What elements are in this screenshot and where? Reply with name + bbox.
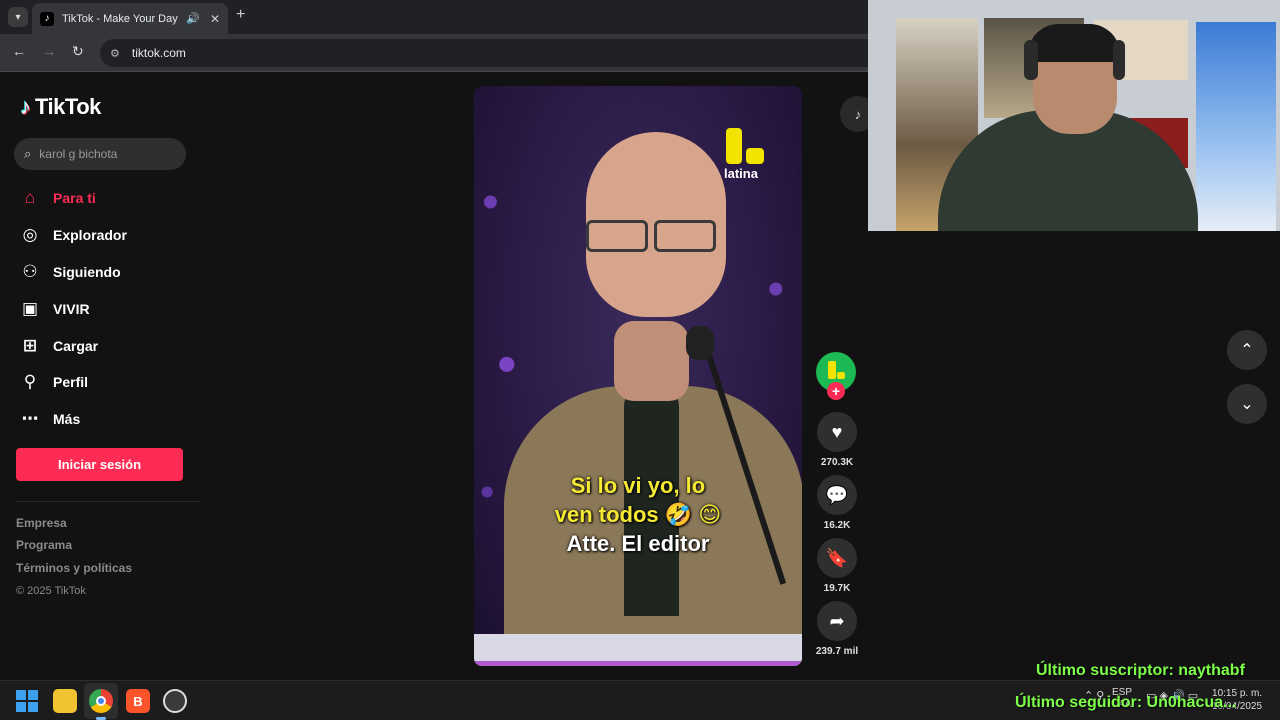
video-action-bar: + ♥ 270.3K 💬 16.2K 🔖 19.7K ➦ 239.7 mil [816,352,858,657]
video-progress-bar[interactable] [474,661,802,666]
sidebar-item-label: Siguiendo [53,263,121,280]
like-button[interactable]: ♥ [817,412,857,452]
url-text: tiktok.com [131,46,186,60]
heart-icon: ♥ [831,421,843,442]
profile-icon: ⚲ [23,372,37,392]
share-button[interactable]: ➦ [817,601,857,641]
last-subscriber-text: Último suscriptor: naythabf [1036,662,1245,679]
login-button[interactable]: Iniciar sesión [16,448,183,481]
logo-text: TikTok [35,94,101,119]
glasses-right [654,220,716,252]
following-icon: ⚇ [22,261,38,281]
follow-plus-icon[interactable]: + [827,382,845,400]
brave-icon[interactable]: B [126,689,150,713]
live-tv-icon: ▣ [21,298,39,318]
copyright-text: © 2025 TikTok [16,584,86,597]
footer-link-terminos[interactable]: Términos y políticas [16,561,132,583]
video-person-neck [614,321,689,401]
like-count: 270.3K [820,457,854,468]
latina-logo-text: latina [724,166,758,181]
close-icon[interactable]: ✕ [210,12,220,26]
tiktok-logo[interactable]: ♪ TikTok [20,94,101,120]
creator-avatar[interactable]: + [816,352,856,400]
sidebar-item-label: Más [53,411,81,428]
sidebar-item-label: VIVIR [53,300,90,317]
sidebar-footer: Empresa Programa Términos y políticas © … [16,516,132,597]
poster-player [1196,22,1276,231]
save-button[interactable]: 🔖 [817,538,857,578]
video-captions: Si lo vi yo, lo ven todos 🤣 😊 Atte. El e… [474,471,802,558]
sidebar-item-perfil[interactable]: ⚲ Perfil [18,364,198,401]
forward-arrow-icon[interactable]: → [42,43,56,59]
address-bar[interactable]: ⚙ tiktok.com [100,39,900,67]
microphone-icon [686,326,714,360]
share-count: 239.7 mil [815,646,859,657]
sidebar-item-vivir[interactable]: ▣ VIVIR [18,290,198,327]
tab-title: TikTok - Make Your Day [62,12,178,25]
share-action: ➦ 239.7 mil [816,601,858,657]
sidebar-item-label: Cargar [53,337,99,354]
sidebar-item-label: Para ti [53,190,96,207]
tab-search-button[interactable]: ▾ [8,7,28,27]
chevron-down-icon: ⌄ [1240,396,1254,413]
windows-start-icon[interactable] [15,689,39,713]
comment-count: 16.2K [823,520,851,531]
sidebar-item-mas[interactable]: ⋯ Más [18,401,198,438]
search-input[interactable] [39,147,170,161]
comment-button[interactable]: 💬 [817,475,857,515]
caption-line-2: ven todos 🤣 😊 [554,502,722,527]
reload-icon[interactable]: ↻ [72,43,84,60]
last-follower-text: Último seguidor: Un0hacua... [1015,694,1237,711]
share-arrow-icon: ➦ [829,610,845,631]
webcam-overlay [868,0,1280,231]
speaker-icon[interactable]: 🔊 [186,12,200,25]
search-bar[interactable]: ⌕ [14,138,186,170]
sidebar-divider [16,501,200,502]
chevron-up-icon: ⌃ [1240,342,1254,359]
more-dots-icon: ⋯ [21,409,39,429]
footer-link-programa[interactable]: Programa [16,538,132,560]
upload-plus-icon: ⊞ [22,335,38,355]
tiktok-favicon-icon: ♪ [40,11,54,26]
new-tab-button[interactable]: + [236,6,245,24]
bookmark-icon: 🔖 [825,547,849,568]
site-settings-icon[interactable]: ⚙ [110,47,120,60]
browser-tab-tiktok[interactable]: ♪ TikTok - Make Your Day 🔊 ✕ [32,3,228,34]
latina-channel-logo: latina [724,128,766,181]
sidebar-item-explorador[interactable]: ◎ Explorador [18,217,198,254]
caption-line-1: Si lo vi yo, lo [570,473,706,498]
headset-icon [1024,40,1038,80]
home-icon: ⌂ [24,188,36,208]
chevron-down-icon: ▾ [15,11,21,23]
tiktok-note-icon: ♪ [20,94,31,119]
footer-link-empresa[interactable]: Empresa [16,516,132,538]
sidebar-item-cargar[interactable]: ⊞ Cargar [18,327,198,364]
obs-icon[interactable] [163,689,187,713]
sidebar-item-label: Explorador [53,227,127,244]
chrome-icon[interactable] [89,689,113,713]
save-action: 🔖 19.7K [816,538,858,594]
sidebar-item-siguiendo[interactable]: ⚇ Siguiendo [18,254,198,291]
tiktok-note-icon: ♪ [854,106,862,122]
comment-bubble-icon: 💬 [825,484,849,505]
compass-icon: ◎ [22,225,38,245]
streamer-hair [1028,24,1120,62]
caption-line-3: Atte. El editor [566,531,710,556]
video-player[interactable]: latina Si lo vi yo, lo ven todos 🤣 😊 Att… [474,86,802,666]
sidebar-nav: ⌂ Para ti ◎ Explorador ⚇ Siguiendo ▣ VIV… [18,180,198,438]
back-arrow-icon[interactable]: ← [12,43,26,59]
sidebar-item-label: Perfil [53,374,89,391]
save-count: 19.7K [823,583,851,594]
search-icon: ⌕ [24,146,32,161]
previous-video-button[interactable]: ⌃ [1227,330,1267,370]
glasses-left [586,220,648,252]
file-explorer-icon[interactable] [53,689,77,713]
next-video-button[interactable]: ⌄ [1227,384,1267,424]
headset-right [1113,40,1125,80]
like-action: ♥ 270.3K [816,412,858,468]
comment-action: 💬 16.2K [816,475,858,531]
sidebar-item-para-ti[interactable]: ⌂ Para ti [18,180,198,217]
screen: ▾ ♪ TikTok - Make Your Day 🔊 ✕ + ← → ↻ ⚙… [0,0,1280,720]
